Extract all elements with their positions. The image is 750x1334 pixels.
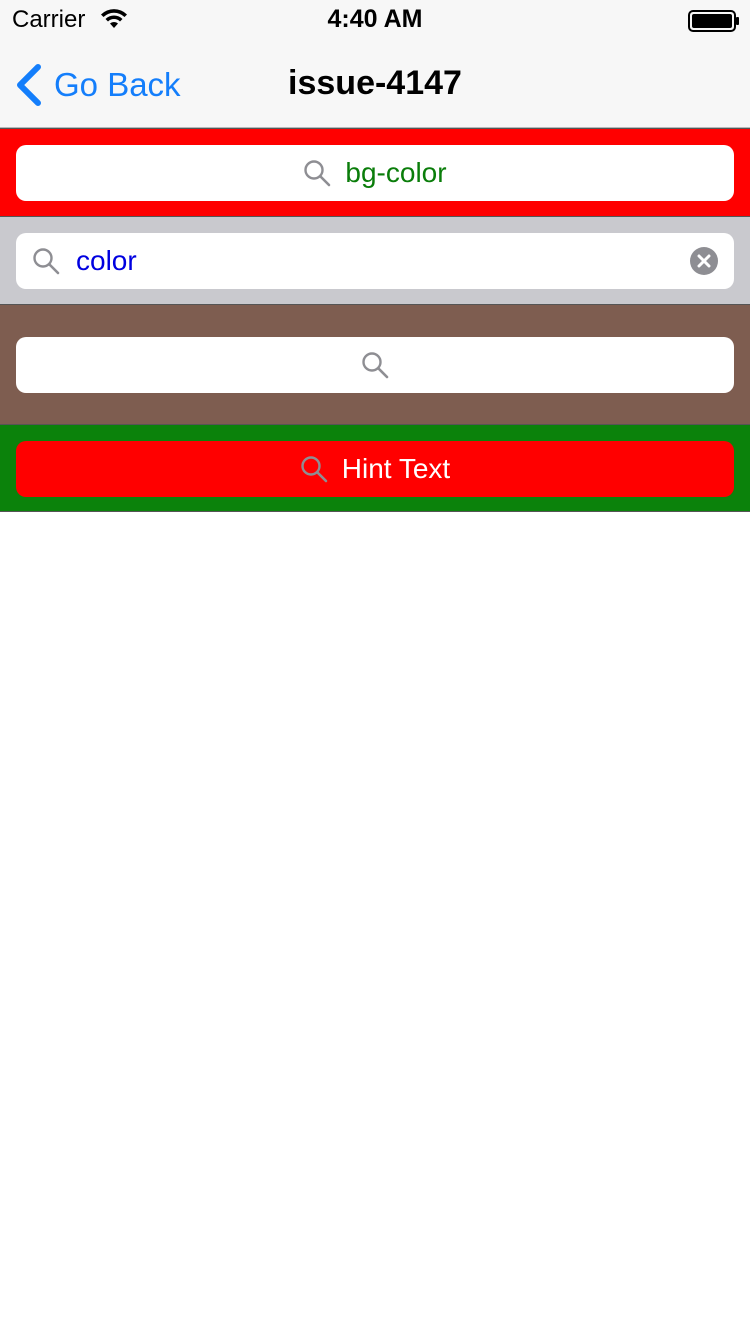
status-time: 4:40 AM <box>327 5 423 33</box>
search-text: bg-color <box>345 157 447 188</box>
search-icon <box>33 248 60 275</box>
search-input[interactable]: bg-color <box>16 145 734 201</box>
status-bar: Carrier 4:40 AM <box>0 0 750 40</box>
search-bar-empty <box>0 304 750 424</box>
search-icon <box>301 456 328 483</box>
page-title: issue-4147 <box>288 64 462 102</box>
navigation-bar: Go Back issue-4147 <box>0 40 750 128</box>
search-bar-color: color <box>0 216 750 304</box>
search-icon <box>304 160 331 187</box>
content-area <box>0 512 750 1334</box>
search-placeholder: Hint Text <box>341 453 451 484</box>
search-icon <box>362 352 389 379</box>
search-text: color <box>76 245 137 276</box>
clear-icon[interactable] <box>690 247 718 275</box>
search-input[interactable]: color <box>16 233 734 289</box>
search-bar-hint-text: Hint Text <box>0 424 750 512</box>
search-input[interactable]: Hint Text <box>16 441 734 497</box>
battery-icon <box>688 10 739 32</box>
search-input[interactable] <box>16 337 734 393</box>
search-bar-bg-color: bg-color <box>0 128 750 216</box>
